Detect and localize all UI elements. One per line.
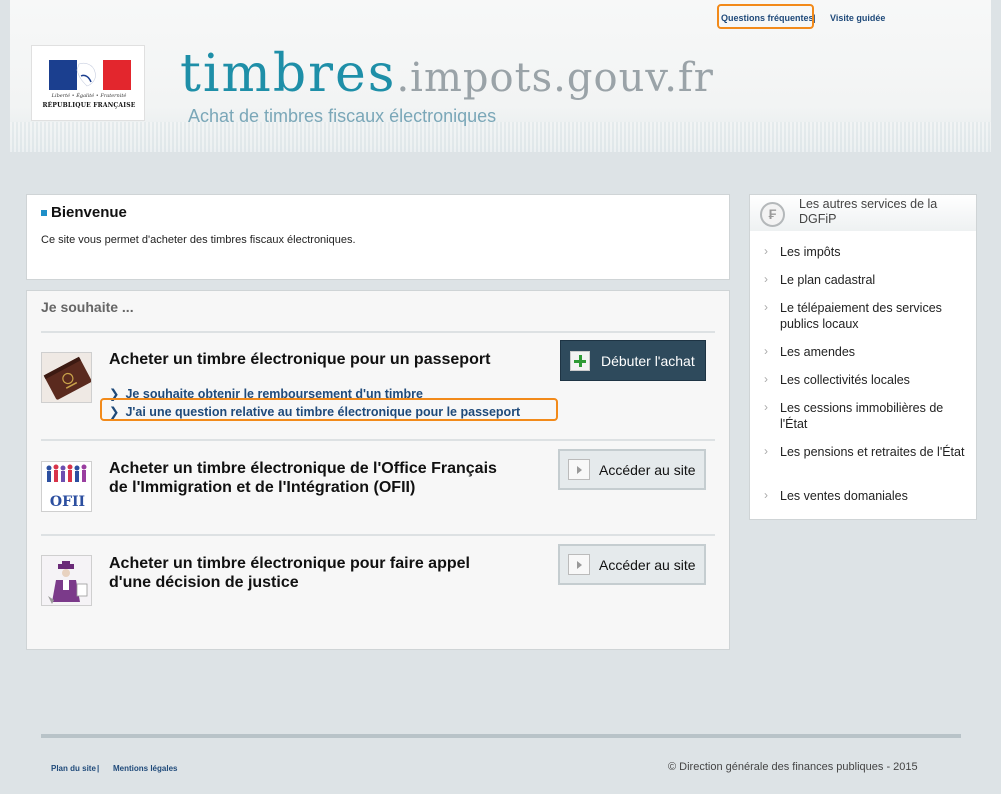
logo-motto: Liberté • Égalité • Fraternité — [51, 93, 127, 99]
ofii-access-button[interactable]: Accéder au site — [558, 449, 706, 490]
wish-panel: Je souhaite ... Acheter un timbre électr… — [26, 290, 730, 650]
copyright-text: © Direction générale des finances publiq… — [668, 761, 918, 773]
play-icon — [568, 459, 590, 480]
service-link-pensions[interactable]: Les pensions et retraites de l'État — [764, 443, 965, 460]
wish-title: Je souhaite ... — [41, 299, 134, 315]
justice-access-label: Accéder au site — [599, 557, 696, 573]
start-purchase-button[interactable]: Débuter l'achat — [560, 340, 706, 381]
faq-highlight-box — [717, 4, 814, 29]
ofii-icon[interactable]: OFII — [41, 461, 92, 512]
legal-notice-link[interactable]: Mentions légales — [113, 764, 177, 773]
service-link-ventes[interactable]: Les ventes domaniales — [764, 487, 965, 504]
dgfip-services-panel: ₣ Les autres services de la DGFiP Les im… — [749, 194, 977, 520]
guided-tour-link[interactable]: Visite guidée — [830, 13, 885, 23]
brand-part2: .impots.gouv.fr — [396, 55, 714, 101]
justice-item-title: Acheter un timbre électronique pour fair… — [109, 554, 470, 592]
divider — [41, 534, 715, 536]
passport-icon[interactable] — [41, 352, 92, 403]
service-link-telepaiement[interactable]: Le télépaiement des services publics loc… — [764, 299, 965, 332]
ofii-title-line2: de l'Immigration et de l'Intégration (OF… — [109, 479, 416, 496]
passport-item-title: Acheter un timbre électronique pour un p… — [109, 351, 491, 368]
site-tagline: Achat de timbres fiscaux électroniques — [188, 106, 497, 126]
sitemap-link[interactable]: Plan du site — [51, 764, 96, 773]
start-purchase-label: Débuter l'achat — [601, 353, 695, 369]
plus-icon — [570, 351, 590, 371]
ofii-title-line1: Acheter un timbre électronique de l'Offi… — [109, 460, 497, 477]
brand-part1: timbres — [180, 44, 397, 104]
welcome-text: Ce site vous permet d'acheter des timbre… — [41, 234, 356, 246]
service-link-impots[interactable]: Les impôts — [764, 243, 965, 260]
dgfip-services-header: ₣ Les autres services de la DGFiP — [750, 195, 976, 231]
footer-bar — [41, 734, 961, 738]
divider — [41, 331, 715, 333]
site-brand[interactable]: timbres.impots.gouv.fr — [180, 44, 714, 104]
play-icon — [568, 554, 590, 575]
marianne-flag-icon — [49, 60, 131, 90]
service-link-collectivites[interactable]: Les collectivités locales — [764, 371, 965, 388]
question-highlight-box — [100, 398, 558, 421]
dgfip-services-title: Les autres services de la DGFiP — [799, 197, 938, 226]
ofii-item-title: Acheter un timbre électronique de l'Offi… — [109, 459, 497, 497]
welcome-panel: Bienvenue Ce site vous permet d'acheter … — [26, 194, 730, 280]
service-link-cadastre[interactable]: Le plan cadastral — [764, 271, 965, 288]
divider — [41, 439, 715, 441]
welcome-title-text: Bienvenue — [51, 204, 127, 221]
ofii-icon-text: OFII — [50, 494, 85, 510]
justice-title-line1: Acheter un timbre électronique pour fair… — [109, 555, 470, 572]
service-link-cessions[interactable]: Les cessions immobilières de l'État — [764, 399, 965, 432]
ofii-access-label: Accéder au site — [599, 462, 696, 478]
welcome-title: Bienvenue — [41, 204, 127, 221]
footer-separator: | — [97, 764, 100, 773]
service-link-amendes[interactable]: Les amendes — [764, 343, 965, 360]
franc-coin-icon: ₣ — [760, 202, 785, 227]
logo-republic: RÉPUBLIQUE FRANÇAISE — [42, 102, 136, 109]
bullet-square-icon — [41, 210, 47, 216]
republique-francaise-logo[interactable]: Liberté • Égalité • Fraternité RÉPUBLIQU… — [31, 45, 145, 121]
justice-icon[interactable] — [41, 555, 92, 606]
justice-title-line2: d'une décision de justice — [109, 574, 299, 591]
justice-access-button[interactable]: Accéder au site — [558, 544, 706, 585]
